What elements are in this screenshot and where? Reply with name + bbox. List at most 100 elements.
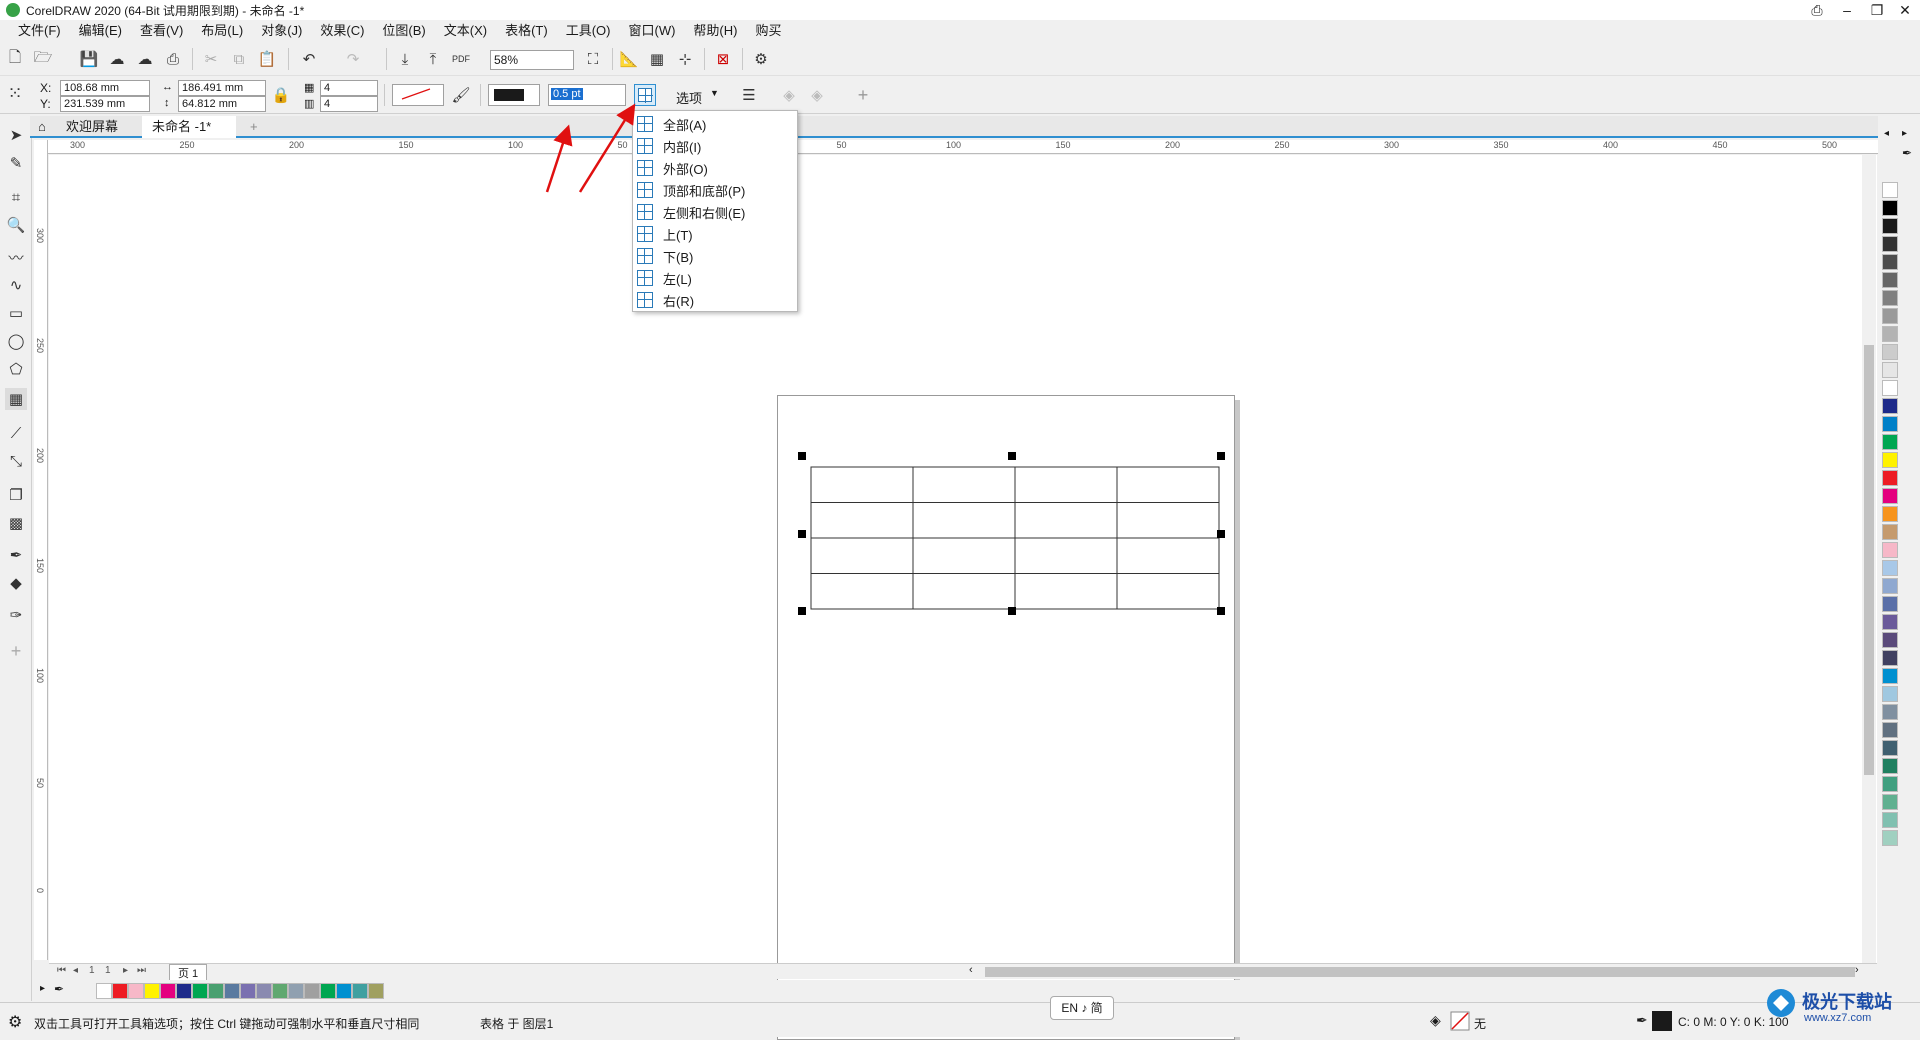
smart-fill-icon[interactable]: ✑: [5, 604, 27, 626]
border-menu-item[interactable]: 内部(I): [633, 135, 797, 157]
ellipse-tool-icon[interactable]: ◯: [5, 330, 27, 352]
document-palette-swatch[interactable]: [192, 983, 208, 999]
palette-swatch[interactable]: [1882, 632, 1898, 648]
menu-bitmaps[interactable]: 位图(B): [374, 20, 433, 42]
eyedropper-icon[interactable]: ✒: [5, 544, 27, 566]
palette-swatch[interactable]: [1882, 740, 1898, 756]
table-cell[interactable]: [1116, 537, 1220, 574]
parallel-dimension-icon[interactable]: ⟋: [5, 422, 27, 444]
palette-swatch[interactable]: [1882, 272, 1898, 288]
palette-swatch[interactable]: [1882, 236, 1898, 252]
show-guidelines-icon[interactable]: ⊹: [674, 48, 696, 70]
x-position-field[interactable]: 108.68 mm: [60, 80, 150, 96]
menu-table[interactable]: 表格(T): [497, 20, 556, 42]
table-tool-icon[interactable]: ▦: [5, 388, 27, 410]
palette-swatch[interactable]: [1882, 704, 1898, 720]
chevron-down-icon[interactable]: ▼: [710, 88, 719, 98]
table-cell[interactable]: [1014, 573, 1118, 610]
options-gear-icon[interactable]: ⚙: [750, 48, 772, 70]
palette-swatch[interactable]: [1882, 200, 1898, 216]
menu-window[interactable]: 窗口(W): [620, 20, 683, 42]
palette-swatch[interactable]: [1882, 794, 1898, 810]
cloud-upload-icon[interactable]: ☁: [106, 48, 128, 70]
horizontal-ruler[interactable]: 300 250 200 150 100 500 50 100 150 200 250 300 350 40…: [48, 140, 1878, 154]
palette-eyedropper-icon[interactable]: ✒: [1902, 146, 1912, 160]
selection-handle[interactable]: [1007, 452, 1016, 460]
freehand-tool-icon[interactable]: 〰: [5, 246, 27, 268]
print-icon[interactable]: ⎙: [162, 48, 184, 70]
zoom-tool-icon[interactable]: 🔍: [5, 214, 27, 236]
selection-handle[interactable]: [798, 452, 806, 460]
connector-tool-icon[interactable]: ⤡: [5, 450, 27, 472]
table-cell[interactable]: [1014, 466, 1118, 503]
save-icon[interactable]: 💾: [78, 48, 100, 70]
zoom-level-field[interactable]: 58%: [490, 50, 574, 70]
border-menu-item[interactable]: 下(B): [633, 245, 797, 267]
document-palette-swatch[interactable]: [112, 983, 128, 999]
table-cell[interactable]: [1014, 502, 1118, 539]
palette-swatch[interactable]: [1882, 596, 1898, 612]
table-cell[interactable]: [1116, 573, 1220, 610]
document-palette-swatch[interactable]: [256, 983, 272, 999]
border-menu-item[interactable]: 上(T): [633, 223, 797, 245]
document-palette-swatch[interactable]: [128, 983, 144, 999]
background-fill-swatch[interactable]: [392, 84, 444, 106]
palette-swatch[interactable]: [1882, 542, 1898, 558]
show-grid-icon[interactable]: ▦: [646, 48, 668, 70]
first-page-icon[interactable]: ⏮: [57, 965, 66, 976]
drop-shadow-icon[interactable]: ❐: [5, 484, 27, 506]
columns-field[interactable]: 4: [320, 96, 378, 112]
palette-swatch[interactable]: [1882, 650, 1898, 666]
menu-effects[interactable]: 效果(C): [312, 20, 372, 42]
vertical-scroll-thumb[interactable]: [1864, 345, 1874, 775]
maximize-button[interactable]: ❐: [1862, 0, 1892, 20]
document-palette-swatch[interactable]: [160, 983, 176, 999]
selection-handle[interactable]: [798, 607, 806, 615]
selection-handle[interactable]: [1217, 452, 1225, 460]
document-palette-swatch[interactable]: [144, 983, 160, 999]
selection-handle[interactable]: [1217, 607, 1225, 615]
undo-icon[interactable]: ↶: [298, 48, 320, 70]
table-cell[interactable]: [1014, 537, 1118, 574]
home-icon[interactable]: ⌂: [34, 116, 56, 138]
export-icon[interactable]: ⤒: [422, 48, 444, 70]
import-icon[interactable]: ⤓: [394, 48, 416, 70]
crop-tool-icon[interactable]: ⌗: [5, 186, 27, 208]
palette-swatch[interactable]: [1882, 776, 1898, 792]
document-palette-swatch[interactable]: [368, 983, 384, 999]
close-button[interactable]: ✕: [1890, 0, 1920, 20]
horizontal-scroll-thumb[interactable]: [985, 967, 1855, 977]
document-palette-swatch[interactable]: [224, 983, 240, 999]
prev-page-icon[interactable]: ◂: [73, 965, 78, 976]
table-cell[interactable]: [1116, 502, 1220, 539]
document-palette-swatch[interactable]: [176, 983, 192, 999]
document-palette-swatch[interactable]: [272, 983, 288, 999]
add-tool-icon[interactable]: +: [5, 640, 27, 662]
document-palette-swatch[interactable]: [240, 983, 256, 999]
tab-welcome[interactable]: 欢迎屏幕: [56, 116, 128, 138]
palette-swatch[interactable]: [1882, 398, 1898, 414]
palette-swatch[interactable]: [1882, 524, 1898, 540]
send-backward-icon[interactable]: ◈: [806, 84, 828, 106]
menu-tools[interactable]: 工具(O): [558, 20, 619, 42]
palette-swatch[interactable]: [1882, 308, 1898, 324]
copy-icon[interactable]: ⧉: [228, 48, 250, 70]
selection-handle[interactable]: [1007, 607, 1016, 615]
table-cell[interactable]: [912, 537, 1016, 574]
border-menu-item[interactable]: 全部(A): [633, 113, 797, 135]
redo-icon[interactable]: ↷: [342, 48, 364, 70]
palette-swatch[interactable]: [1882, 812, 1898, 828]
palette-swatch[interactable]: [1882, 488, 1898, 504]
doc-palette-eyedropper-icon[interactable]: ✒: [54, 982, 64, 996]
palette-swatch[interactable]: [1882, 452, 1898, 468]
document-palette-swatch[interactable]: [336, 983, 352, 999]
table-cell[interactable]: [1116, 466, 1220, 503]
palette-swatch[interactable]: [1882, 578, 1898, 594]
polygon-tool-icon[interactable]: ⬠: [5, 358, 27, 380]
scroll-left-icon[interactable]: ‹: [969, 964, 973, 976]
palette-swatch[interactable]: [1882, 722, 1898, 738]
menu-file[interactable]: 文件(F): [10, 20, 69, 42]
palette-swatch[interactable]: [1882, 290, 1898, 306]
palette-swatch[interactable]: [1882, 434, 1898, 450]
palette-swatch[interactable]: [1882, 254, 1898, 270]
